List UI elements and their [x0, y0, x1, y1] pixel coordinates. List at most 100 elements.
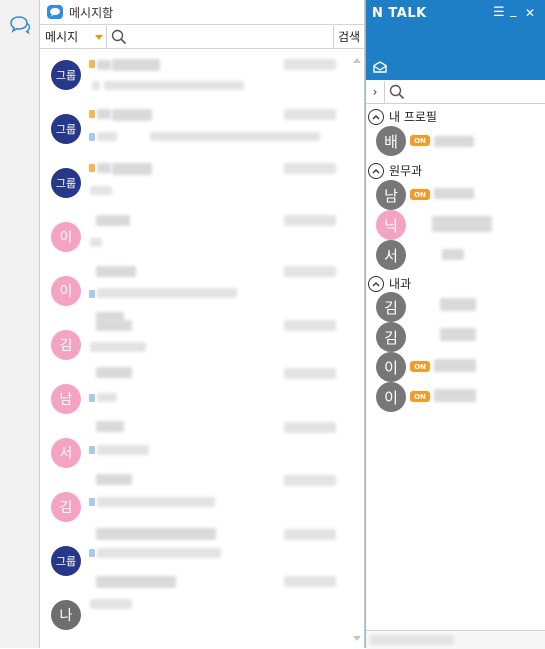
- ntalk-title: N TALK: [372, 6, 427, 21]
- close-icon[interactable]: ✕: [525, 6, 535, 20]
- preview-blurred: [90, 342, 146, 352]
- date-blurred: [284, 320, 336, 331]
- contact-item[interactable]: 김: [376, 292, 541, 322]
- contact-item[interactable]: 닉: [376, 210, 541, 240]
- contact-item[interactable]: 남 ON: [376, 180, 541, 210]
- contact-item[interactable]: 서: [376, 240, 541, 270]
- message-row[interactable]: 남: [40, 367, 350, 426]
- sender-blurred: [112, 163, 152, 175]
- message-row[interactable]: 이: [40, 264, 350, 318]
- online-badge: ON: [410, 391, 430, 402]
- sender-blurred: [97, 109, 111, 119]
- contact-name-blurred: [442, 249, 464, 260]
- date-blurred: [284, 59, 336, 70]
- collapse-icon: [368, 108, 384, 125]
- ntalk-search-input[interactable]: [408, 83, 542, 101]
- search-icon: [389, 84, 405, 100]
- date-blurred: [284, 163, 336, 174]
- avatar: 이: [376, 352, 406, 382]
- online-badge: ON: [410, 189, 430, 200]
- avatar: 이: [51, 222, 81, 252]
- sender-blurred: [96, 367, 132, 378]
- contact-item[interactable]: 이 ON: [376, 382, 541, 412]
- online-badge: ON: [410, 361, 430, 372]
- dropdown-caret-icon: [95, 34, 103, 40]
- avatar: 남: [376, 180, 406, 210]
- preview-blurred: [90, 186, 112, 195]
- group-label: 원무과: [389, 164, 423, 178]
- message-panel-title: 메시지함: [69, 5, 114, 20]
- preview-blurred: [97, 393, 117, 402]
- chevron-right-icon[interactable]: ›: [366, 81, 385, 103]
- avatar: 닉: [376, 210, 406, 240]
- talk-logo-icon: [47, 5, 63, 19]
- avatar: 나: [51, 600, 81, 630]
- message-panel-header: 메시지함: [40, 0, 364, 24]
- contact-name-blurred: [432, 216, 492, 232]
- message-row[interactable]: 그룹: [40, 48, 350, 102]
- message-row[interactable]: 그룹: [40, 156, 350, 210]
- group-header-my-profile[interactable]: 내 프로필: [368, 108, 437, 125]
- ntalk-search-bar: ›: [366, 81, 545, 104]
- message-panel: 메시지함 메시지 검색 그룹 그룹 그룹 이 이 김 남 서 김 그룹 나: [40, 0, 365, 648]
- avatar: 그룹: [51, 60, 81, 90]
- message-row[interactable]: 나: [40, 576, 350, 642]
- contact-item[interactable]: 배 ON: [376, 126, 541, 156]
- avatar: 서: [376, 240, 406, 270]
- preview-blurred: [90, 238, 102, 247]
- mail-icon[interactable]: [372, 59, 388, 78]
- preview-blurred: [92, 81, 100, 90]
- group-header-internal-medicine[interactable]: 내과: [368, 275, 411, 292]
- sender-tag-icon: [89, 110, 95, 118]
- message-row[interactable]: 이: [40, 210, 350, 264]
- search-button[interactable]: 검색: [334, 26, 364, 48]
- contact-item[interactable]: 이 ON: [376, 352, 541, 382]
- avatar: 남: [51, 384, 81, 414]
- sender-blurred: [96, 576, 176, 588]
- sender-tag-icon: [89, 164, 95, 172]
- date-blurred: [284, 215, 336, 226]
- date-blurred: [284, 529, 336, 540]
- contact-item[interactable]: 김: [376, 322, 541, 352]
- contact-name-blurred: [434, 136, 474, 147]
- menu-icon[interactable]: ☰: [493, 5, 505, 20]
- collapse-icon: [368, 162, 384, 179]
- group-label: 내과: [389, 277, 412, 291]
- message-row[interactable]: 김: [40, 474, 350, 534]
- contact-name-blurred: [440, 328, 476, 341]
- message-search-box[interactable]: [107, 25, 334, 48]
- message-type-label: 메시지: [45, 30, 79, 44]
- sender-blurred: [97, 163, 111, 173]
- contact-name-blurred: [440, 298, 476, 311]
- attachment-tag-icon: [89, 394, 95, 402]
- online-badge: ON: [410, 135, 430, 146]
- attachment-tag-icon: [89, 549, 95, 557]
- message-type-select[interactable]: 메시지: [40, 25, 107, 48]
- preview-blurred: [97, 132, 117, 141]
- chat-bubbles-icon[interactable]: [8, 14, 32, 36]
- group-header-admin[interactable]: 원무과: [368, 162, 422, 179]
- message-search-input[interactable]: [129, 27, 333, 46]
- avatar: 그룹: [51, 114, 81, 144]
- attachment-tag-icon: [89, 133, 95, 141]
- collapse-icon: [368, 275, 384, 292]
- attachment-tag-icon: [89, 498, 95, 506]
- contact-name-blurred: [434, 359, 476, 372]
- sender-blurred: [97, 60, 111, 70]
- avatar: 김: [51, 492, 81, 522]
- sender-blurred: [96, 266, 136, 277]
- scroll-down-icon[interactable]: [353, 636, 361, 641]
- scroll-up-icon[interactable]: [353, 58, 361, 63]
- message-list-scrollbar[interactable]: [350, 48, 364, 648]
- message-row[interactable]: 서: [40, 421, 350, 480]
- message-row[interactable]: 김: [40, 312, 350, 372]
- message-row[interactable]: 그룹: [40, 102, 350, 156]
- sender-blurred: [96, 421, 124, 432]
- contact-name-blurred: [434, 188, 474, 199]
- attachment-tag-icon: [89, 446, 95, 454]
- date-blurred: [284, 475, 336, 486]
- search-icon: [111, 29, 127, 44]
- minimize-icon[interactable]: _: [510, 3, 517, 18]
- avatar: 김: [376, 292, 406, 322]
- preview-blurred: [90, 599, 132, 609]
